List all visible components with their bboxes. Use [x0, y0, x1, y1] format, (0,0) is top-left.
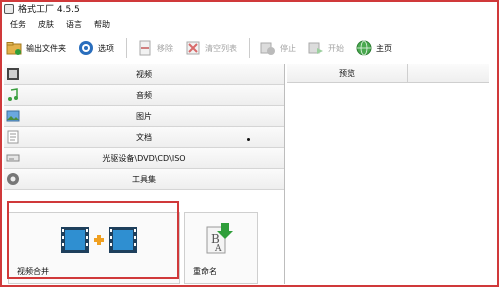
stop-button[interactable]: 停止	[258, 37, 298, 59]
category-optical-drive[interactable]: 光驱设备\DVD\CD\ISO	[4, 148, 284, 169]
preview-panel: 预览	[287, 64, 489, 282]
folder-icon	[6, 42, 22, 55]
start-icon	[308, 42, 323, 54]
category-optical-drive-label: 光驱设备\DVD\CD\ISO	[102, 153, 186, 163]
rename-icon: B A	[206, 223, 233, 254]
clear-list-label: 清空列表	[205, 43, 237, 53]
menu-help[interactable]: 帮助	[94, 19, 110, 30]
category-video[interactable]: 视频	[4, 64, 284, 85]
optical-drive-icon	[6, 154, 20, 162]
preview-column-header[interactable]: 预览	[287, 64, 408, 82]
tools-gear-icon	[7, 173, 19, 185]
picture-icon	[6, 110, 20, 122]
remove-icon	[139, 40, 151, 56]
category-document[interactable]: 文档	[4, 127, 284, 148]
category-audio-label: 音频	[136, 90, 152, 100]
toolbar-divider	[249, 38, 250, 58]
home-globe-icon	[356, 40, 372, 56]
menu-bar: 任务 皮肤 语言 帮助	[10, 19, 110, 30]
remove-button[interactable]: 移除	[135, 37, 175, 59]
toolbar: 输出文件夹 选项 移除 清空列表 停止 开始 主页	[4, 36, 489, 60]
document-icon	[7, 130, 19, 144]
window-title: 格式工厂 4.5.5	[18, 5, 80, 15]
preview-header: 预览	[287, 64, 489, 83]
toolbar-divider	[126, 38, 127, 58]
home-label: 主页	[376, 43, 392, 53]
options-label: 选项	[98, 43, 114, 53]
start-label: 开始	[328, 43, 344, 53]
options-gear-icon	[79, 41, 93, 55]
empty-column-header	[408, 64, 489, 82]
remove-label: 移除	[157, 43, 173, 53]
home-button[interactable]: 主页	[354, 37, 394, 59]
preview-header-label: 预览	[339, 68, 355, 78]
category-image[interactable]: 图片	[4, 106, 284, 127]
film-icon	[7, 68, 19, 80]
clear-list-button[interactable]: 清空列表	[183, 37, 239, 59]
svg-text:A: A	[214, 244, 222, 254]
category-tools-label: 工具集	[132, 174, 156, 184]
category-audio[interactable]: 音频	[4, 85, 284, 106]
category-document-label: 文档	[136, 132, 152, 142]
rename-tool[interactable]: B A 重命名	[184, 212, 258, 284]
options-button[interactable]: 选项	[76, 37, 116, 59]
stop-label: 停止	[280, 43, 296, 53]
app-icon	[4, 3, 14, 14]
rename-label: 重命名	[193, 267, 217, 276]
start-button[interactable]: 开始	[306, 37, 346, 59]
output-folder-button[interactable]: 输出文件夹	[4, 37, 68, 59]
clear-list-icon	[186, 41, 200, 55]
title-bar: 格式工厂 4.5.5	[4, 2, 484, 15]
stray-dot	[247, 138, 250, 141]
menu-language[interactable]: 语言	[66, 19, 82, 30]
menu-task[interactable]: 任务	[10, 19, 26, 30]
category-tools[interactable]: 工具集	[4, 169, 284, 190]
output-folder-label: 输出文件夹	[26, 43, 66, 53]
menu-skin[interactable]: 皮肤	[38, 19, 54, 30]
category-image-label: 图片	[136, 111, 152, 121]
stop-icon	[260, 42, 275, 55]
music-note-icon	[8, 88, 18, 101]
category-video-label: 视频	[136, 69, 152, 79]
video-merge-highlight	[7, 201, 179, 279]
